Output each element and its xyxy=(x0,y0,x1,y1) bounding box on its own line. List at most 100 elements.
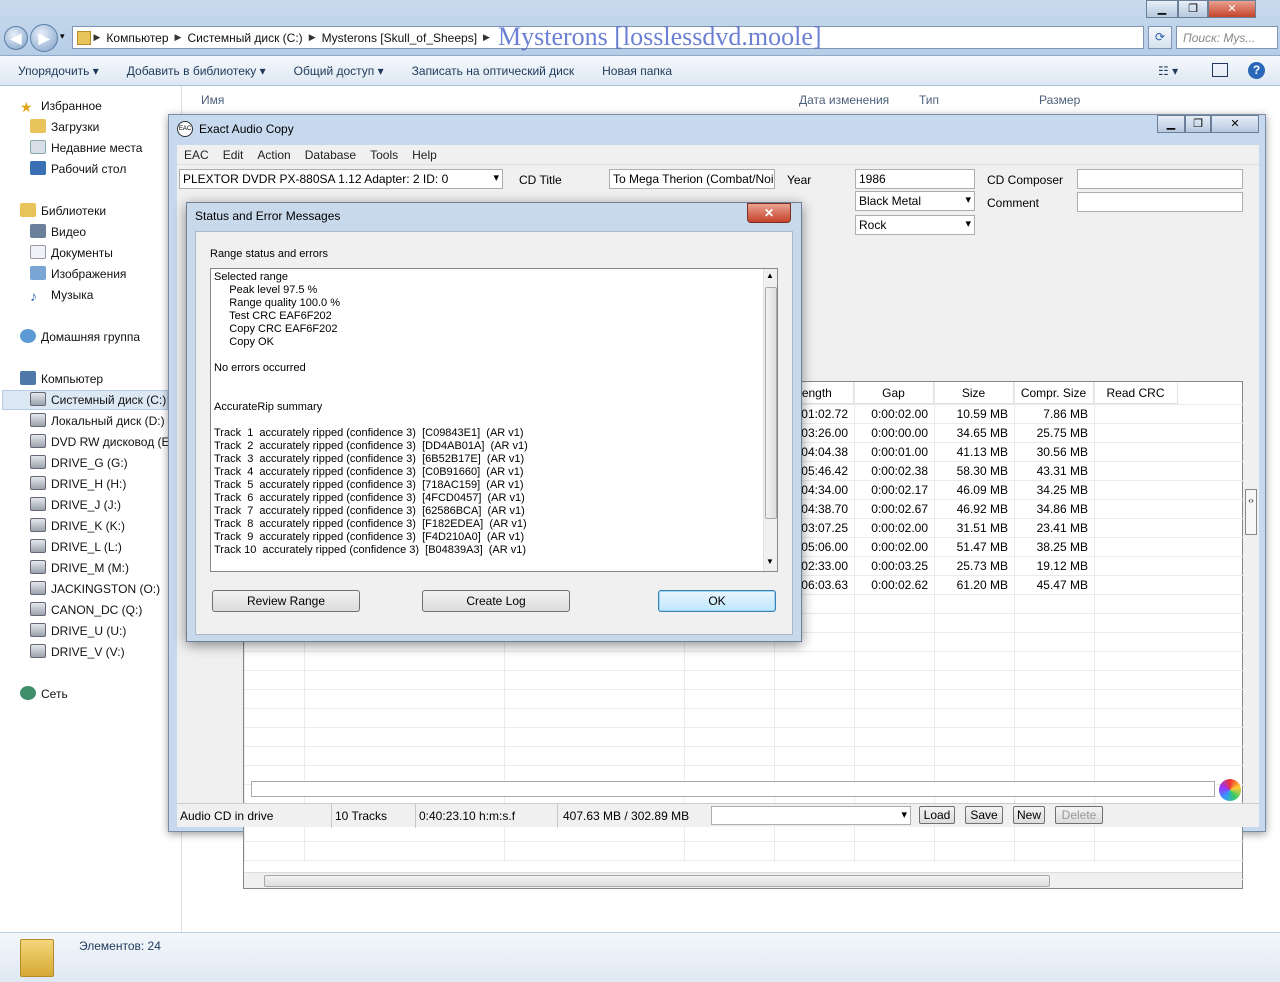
track-column-header[interactable]: Gap xyxy=(854,382,934,404)
log-line: Selected range xyxy=(214,271,288,283)
menu-edit[interactable]: Edit xyxy=(216,148,251,162)
close-button[interactable]: ✕ xyxy=(1208,0,1256,18)
track-cell: 0:00:00.00 xyxy=(871,426,928,440)
scroll-thumb[interactable] xyxy=(765,287,777,519)
sidebar-favorites[interactable]: ★ Избранное xyxy=(20,96,102,116)
new-folder-button[interactable]: Новая папка xyxy=(588,64,686,78)
ok-button[interactable]: OK xyxy=(658,590,776,612)
sidebar-item-drive[interactable]: DRIVE_U (U:) xyxy=(30,621,126,641)
scroll-down-icon[interactable]: ▼ xyxy=(766,557,774,566)
burn-button[interactable]: Записать на оптический диск xyxy=(398,64,589,78)
save-button[interactable]: Save xyxy=(965,806,1003,824)
scroll-up-icon[interactable]: ▲ xyxy=(766,271,774,280)
sidebar-item-drive[interactable]: CANON_DC (Q:) xyxy=(30,600,142,620)
eac-minimize-button[interactable]: ▁ xyxy=(1157,115,1185,133)
menu-help[interactable]: Help xyxy=(405,148,444,162)
downloads-icon xyxy=(30,119,46,133)
sidebar-label: DRIVE_K (K:) xyxy=(51,519,126,533)
preview-pane-icon[interactable] xyxy=(1212,63,1228,77)
sidebar-item-drive[interactable]: JACKINGSTON (O:) xyxy=(30,579,160,599)
track-hscrollbar[interactable] xyxy=(244,872,1242,888)
track-column-header[interactable]: Compr. Size xyxy=(1014,382,1094,404)
sidebar-label: Изображения xyxy=(51,267,127,281)
sidebar-item-drive[interactable]: Локальный диск (D:) xyxy=(30,411,165,431)
drive-select[interactable]: PLEXTOR DVDR PX-880SA 1.12 Adapter: 2 ID… xyxy=(179,169,503,189)
eac-close-button[interactable]: ✕ xyxy=(1211,115,1259,133)
breadcrumb-folder[interactable]: Mysterons [Skull_of_Sheeps] xyxy=(316,31,483,45)
year-input[interactable]: 1986 xyxy=(855,169,975,189)
sidebar-item-documents[interactable]: Документы xyxy=(30,243,113,263)
sidebar-item-pictures[interactable]: Изображения xyxy=(30,264,126,284)
eac-statusbar: Audio CD in drive 10 Tracks 0:40:23.10 h… xyxy=(177,803,1259,828)
sidebar-item-drive[interactable]: Системный диск (C:) xyxy=(30,390,166,410)
profile-select[interactable] xyxy=(711,806,911,825)
menu-database[interactable]: Database xyxy=(298,148,363,162)
message-log[interactable]: Selected range Peak level 97.5 % Range q… xyxy=(210,268,778,572)
sidebar-item-drive[interactable]: DRIVE_V (V:) xyxy=(30,642,125,662)
sidebar-item-drive[interactable]: DVD RW дисковод (E:) xyxy=(30,432,177,452)
folder-icon xyxy=(77,30,91,45)
review-range-button[interactable]: Review Range xyxy=(212,590,360,612)
sidebar-computer[interactable]: Компьютер xyxy=(20,369,103,389)
minimize-button[interactable]: ▁ xyxy=(1146,0,1178,18)
view-icon[interactable]: ☷ ▾ xyxy=(1158,64,1178,78)
sidebar-libraries[interactable]: Библиотеки xyxy=(20,201,106,221)
new-button[interactable]: New xyxy=(1013,806,1045,824)
column-type[interactable]: Тип xyxy=(919,93,939,107)
dialog-close-button[interactable]: ✕ xyxy=(747,203,791,223)
sidebar-item-drive[interactable]: DRIVE_K (K:) xyxy=(30,516,125,536)
track-cell: 0:00:02.17 xyxy=(871,483,928,497)
sidebar-item-downloads[interactable]: Загрузки xyxy=(30,117,99,137)
maximize-button[interactable]: ❐ xyxy=(1178,0,1208,18)
splitter-handle[interactable]: ‹› xyxy=(1245,489,1257,535)
genre-select[interactable]: Black Metal xyxy=(855,191,975,211)
organize-button[interactable]: Упорядочить ▾ xyxy=(0,64,113,78)
chevron-right-icon: ▶ xyxy=(91,32,101,42)
sidebar-homegroup[interactable]: Домашняя группа xyxy=(20,327,140,347)
message-scrollbar[interactable]: ▲ ▼ xyxy=(763,269,777,571)
comment-input[interactable] xyxy=(1077,192,1243,212)
freedb-select[interactable]: Rock xyxy=(855,215,975,235)
column-date[interactable]: Дата изменения xyxy=(799,93,889,107)
drive-icon xyxy=(30,434,46,448)
sidebar-item-video[interactable]: Видео xyxy=(30,222,86,242)
breadcrumb-drive-c[interactable]: Системный диск (C:) xyxy=(181,31,308,45)
sidebar-item-recent[interactable]: Недавние места xyxy=(30,138,142,158)
refresh-icon[interactable]: ⟳ xyxy=(1148,26,1172,49)
composer-input[interactable] xyxy=(1077,169,1243,189)
music-icon: ♪ xyxy=(30,288,37,304)
eac-maximize-button[interactable]: ❐ xyxy=(1185,115,1211,133)
sidebar-item-drive[interactable]: DRIVE_H (H:) xyxy=(30,474,126,494)
create-log-button[interactable]: Create Log xyxy=(422,590,570,612)
grid-line xyxy=(244,765,1244,766)
cd-title-input[interactable]: To Mega Therion (Combat/Noise, xyxy=(609,169,775,189)
scroll-thumb[interactable] xyxy=(264,875,1050,887)
column-size[interactable]: Размер xyxy=(1039,93,1080,107)
track-cell: 23.41 MB xyxy=(1036,521,1088,535)
sidebar-network[interactable]: Сеть xyxy=(20,684,68,704)
sidebar-item-drive[interactable]: DRIVE_L (L:) xyxy=(30,537,122,557)
back-icon[interactable]: ◀ xyxy=(4,26,28,50)
forward-icon[interactable]: ▶ xyxy=(30,24,58,52)
search-input[interactable]: Поиск: Mys... xyxy=(1176,26,1278,49)
sidebar-label: CANON_DC (Q:) xyxy=(51,603,143,617)
log-line: Track 8 accurately ripped (confidence 3)… xyxy=(214,518,527,530)
sidebar-item-desktop[interactable]: Рабочий стол xyxy=(30,159,126,179)
sidebar-item-drive[interactable]: DRIVE_M (M:) xyxy=(30,558,129,578)
menu-tools[interactable]: Tools xyxy=(363,148,405,162)
delete-button[interactable]: Delete xyxy=(1055,806,1103,824)
menu-eac[interactable]: EAC xyxy=(177,148,216,162)
help-icon[interactable]: ? xyxy=(1248,62,1265,79)
share-button[interactable]: Общий доступ ▾ xyxy=(280,64,398,78)
sidebar-item-drive[interactable]: DRIVE_G (G:) xyxy=(30,453,128,473)
load-button[interactable]: Load xyxy=(919,806,955,824)
history-dropdown-icon[interactable]: ▾ xyxy=(60,31,65,42)
track-column-header[interactable]: Read CRC xyxy=(1094,382,1178,404)
sidebar-item-drive[interactable]: DRIVE_J (J:) xyxy=(30,495,121,515)
menu-action[interactable]: Action xyxy=(250,148,297,162)
breadcrumb-computer[interactable]: Компьютер xyxy=(100,31,174,45)
add-to-library-button[interactable]: Добавить в библиотеку ▾ xyxy=(113,64,280,78)
sidebar-item-music[interactable]: ♪ Музыка xyxy=(30,285,93,305)
track-column-header[interactable]: Size xyxy=(934,382,1014,404)
column-name[interactable]: Имя xyxy=(201,93,224,107)
